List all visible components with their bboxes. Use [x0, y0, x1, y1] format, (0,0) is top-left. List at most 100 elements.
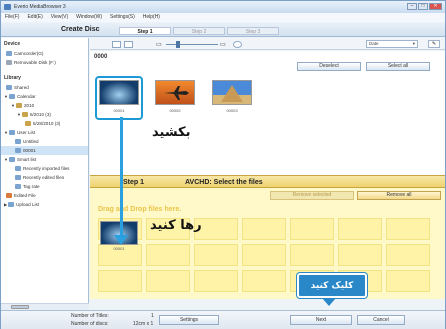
drag-arrow: [120, 117, 123, 239]
sidebar-scrollbar[interactable]: [1, 303, 89, 310]
drag-instruction: بکشید: [152, 125, 191, 140]
drop-slot[interactable]: [290, 218, 334, 240]
drop-slot[interactable]: [242, 244, 286, 266]
calendar-icon: [8, 94, 15, 99]
drop-slot[interactable]: [242, 218, 286, 240]
expand-icon: ▶: [4, 202, 8, 207]
discs-count-value: 12cm x 1: [133, 321, 154, 327]
app-window: Everio MediaBrowser 3 – □ ✕ File(F) Edit…: [0, 0, 446, 329]
drop-slot[interactable]: [386, 270, 430, 292]
drop-instruction: رها کنید: [150, 218, 202, 233]
drop-slot[interactable]: [338, 218, 382, 240]
drop-slot[interactable]: [146, 244, 190, 266]
settings-button[interactable]: Settings: [159, 315, 219, 325]
deselect-button[interactable]: Deselect: [297, 62, 361, 71]
step-3-tab: Step 3: [227, 27, 279, 35]
sidebar-item-shared[interactable]: Shared: [1, 83, 88, 92]
folder-icon: [25, 121, 31, 126]
sidebar-item-removable-disk[interactable]: Removable Disk (F:): [1, 58, 88, 67]
sidebar-item-00001[interactable]: 00001: [1, 146, 88, 155]
video-thumbnail-1[interactable]: [99, 80, 139, 105]
expand-icon: ▼: [17, 112, 21, 117]
list-view-icon[interactable]: [124, 41, 133, 48]
sidebar-item-year[interactable]: ▼ 2010: [1, 101, 88, 110]
sidebar-item-untitled[interactable]: Untitled: [1, 137, 88, 146]
slider-knob[interactable]: [176, 41, 180, 48]
file-browser: 0000 Deselect Select all 00001 00002 000…: [90, 51, 445, 175]
zoom-in-icon[interactable]: ▭: [220, 41, 229, 48]
callout-text: کلیک کنید: [310, 281, 354, 291]
video-thumbnail-3[interactable]: [212, 80, 252, 105]
sidebar-item-recently-edited[interactable]: Recently edited files: [1, 173, 88, 182]
menu-file[interactable]: File(F): [5, 13, 19, 22]
shared-icon: [6, 85, 12, 90]
sidebar-item-edited-file[interactable]: Edited File: [1, 191, 88, 200]
list-icon: [15, 175, 21, 180]
window-title: Everio MediaBrowser 3: [14, 4, 66, 10]
maximize-button[interactable]: □: [418, 3, 428, 10]
sidebar-item-calendar[interactable]: ▼ Calendar: [1, 92, 88, 101]
thumbnail-label: 00001: [113, 108, 125, 113]
drop-area[interactable]: Remove selected Remove all Drag and Drop…: [90, 188, 445, 299]
zoom-out-icon[interactable]: ▭: [156, 41, 165, 48]
drop-slot[interactable]: [146, 270, 190, 292]
select-all-button[interactable]: Select all: [366, 62, 430, 71]
remove-all-button[interactable]: Remove all: [357, 191, 441, 200]
cancel-button[interactable]: Cancel: [357, 315, 405, 325]
drop-slot[interactable]: [338, 244, 382, 266]
thumbnail-label: 00003: [226, 108, 238, 113]
sidebar-item-smart-list[interactable]: ▼ Smart list: [1, 155, 88, 164]
library-heading: Library: [4, 75, 21, 81]
menu-view[interactable]: View(V): [51, 13, 68, 22]
next-button[interactable]: Next: [290, 315, 352, 325]
app-icon: [4, 4, 11, 10]
sidebar-item-tag-rate[interactable]: Tag rate: [1, 182, 88, 191]
drop-slot[interactable]: [194, 244, 238, 266]
menu-window[interactable]: Window(W): [76, 13, 102, 22]
expand-icon: ▼: [4, 157, 8, 162]
upload-icon: [8, 202, 15, 207]
drop-slot[interactable]: [386, 218, 430, 240]
remove-selected-button[interactable]: Remove selected: [270, 191, 354, 200]
thumbnail-size-slider[interactable]: [166, 41, 218, 48]
view-toolbar: ▭ ▭ Date ▾ ✎: [90, 38, 445, 50]
titles-count-label: Number of Titles:: [71, 313, 109, 319]
list-icon: [15, 166, 21, 171]
step-label: Step 1: [123, 179, 145, 186]
sidebar-item-day[interactable]: 5/28/2010 (3): [1, 119, 88, 128]
smart-list-icon: [8, 157, 15, 162]
drop-slot[interactable]: [242, 270, 286, 292]
edit-pen-icon[interactable]: ✎: [428, 40, 440, 48]
thumbnail-view-icon[interactable]: [112, 41, 121, 48]
edited-file-icon: [6, 193, 12, 198]
expand-icon: ▼: [11, 103, 15, 108]
video-thumbnail-2[interactable]: [155, 80, 195, 105]
list-icon: [15, 139, 21, 144]
sort-dropdown[interactable]: Date ▾: [366, 40, 418, 48]
disk-icon: [6, 60, 12, 65]
minimize-button[interactable]: –: [407, 3, 417, 10]
drop-slot[interactable]: [386, 244, 430, 266]
scrollbar-thumb[interactable]: [11, 305, 29, 309]
sidebar-item-month[interactable]: ▼ 5/2010 (3): [1, 110, 88, 119]
step-bar: Step 1 AVCHD: Select the files: [90, 175, 445, 188]
drop-slot[interactable]: [194, 270, 238, 292]
menu-edit[interactable]: Edit(E): [27, 13, 42, 22]
drop-slot[interactable]: [290, 244, 334, 266]
expand-icon: ▼: [4, 130, 8, 135]
sidebar-item-recently-imported[interactable]: Recently imported files: [1, 164, 88, 173]
drop-slot[interactable]: [98, 270, 142, 292]
menu-help[interactable]: Help(H): [143, 13, 160, 22]
sidebar-item-user-list[interactable]: ▼ User List: [1, 128, 88, 137]
folder-icon: [21, 112, 28, 117]
device-heading: Device: [4, 41, 21, 47]
callout-pointer: [322, 298, 336, 306]
search-icon[interactable]: [233, 41, 242, 48]
camcorder-icon: [6, 51, 12, 56]
close-button[interactable]: ✕: [429, 3, 442, 10]
sidebar-item-upload-list[interactable]: ▶ Upload List: [1, 200, 88, 209]
sidebar-item-camcorder[interactable]: Camcorder(G): [1, 49, 88, 58]
step-1-tab: Step 1: [119, 27, 171, 35]
window-controls: – □ ✕: [407, 3, 442, 10]
menu-settings[interactable]: Settings(S): [110, 13, 135, 22]
